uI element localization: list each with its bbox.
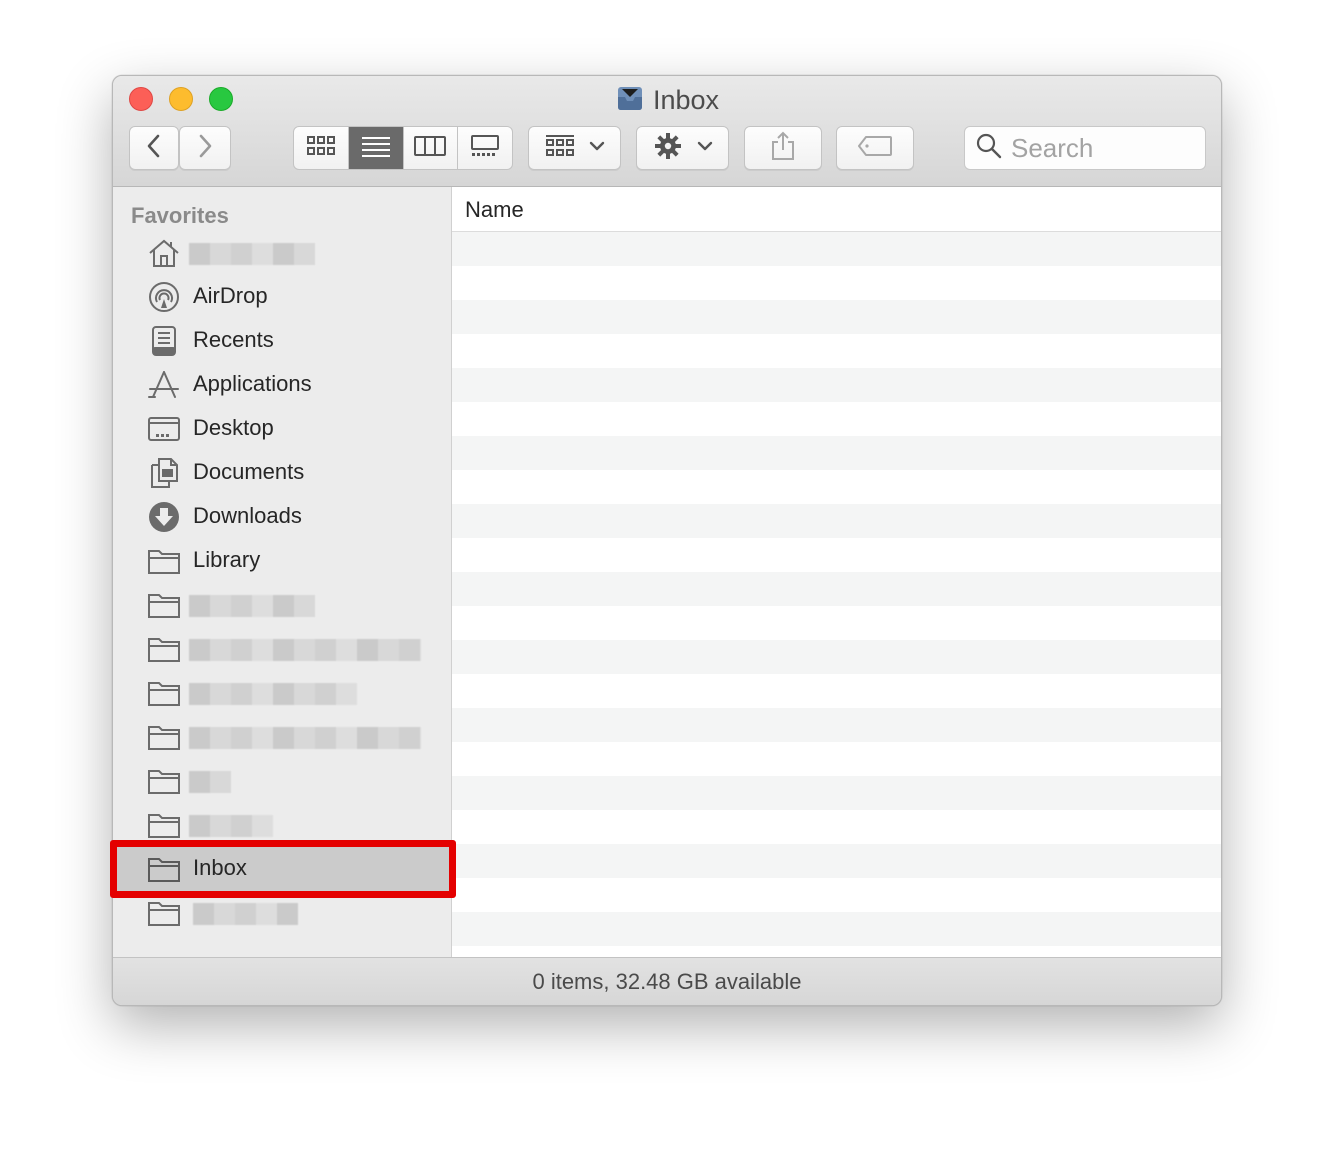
column-header-name[interactable]: Name <box>465 197 524 223</box>
sidebar-item-recents[interactable]: Recents <box>113 319 451 363</box>
sidebar-item-label-redacted <box>189 815 273 837</box>
folder-icon <box>147 589 181 621</box>
folder-icon <box>147 765 181 797</box>
action-menu-button[interactable] <box>636 126 729 170</box>
sidebar-item-label-redacted <box>189 639 421 661</box>
sidebar-item-folder[interactable] <box>113 891 451 935</box>
sidebar-item-folder[interactable] <box>113 627 451 671</box>
columns-icon <box>414 135 447 162</box>
status-bar: 0 items, 32.48 GB available <box>113 957 1221 1005</box>
tag-icon <box>857 135 893 162</box>
inbox-tray-icon <box>615 83 645 118</box>
share-button[interactable] <box>744 126 822 170</box>
sidebar-item-downloads[interactable]: Downloads <box>113 495 451 539</box>
gallery-view-button[interactable] <box>458 127 512 169</box>
sidebar-item-label: Applications <box>193 371 312 396</box>
recents-icon <box>147 325 181 357</box>
file-list[interactable]: Name <box>452 187 1221 957</box>
sidebar-item-label: Desktop <box>193 415 274 440</box>
sidebar-item-label: AirDrop <box>193 283 268 308</box>
documents-icon <box>147 457 181 489</box>
desktop-icon <box>147 413 181 445</box>
sidebar-item-label-redacted <box>189 771 231 793</box>
sidebar-item-label: Recents <box>193 327 274 352</box>
sidebar: Favorites AirDrop Recents Applications D… <box>113 187 452 957</box>
search-field[interactable] <box>964 126 1206 170</box>
sidebar-item-folder[interactable] <box>113 583 451 627</box>
folder-icon <box>147 721 181 753</box>
sidebar-item-label-redacted <box>189 243 315 265</box>
sidebar-item-folder[interactable] <box>113 803 451 847</box>
list-view-button[interactable] <box>348 127 404 169</box>
sidebar-item-label-redacted <box>189 727 421 749</box>
tag-button[interactable] <box>836 126 914 170</box>
chevron-down-icon <box>589 139 605 157</box>
chevron-down-icon <box>697 139 713 157</box>
finder-window: Inbox Search Favorites AirDrop Recents A… <box>112 75 1222 1006</box>
empty-list-rows <box>452 232 1221 947</box>
folder-icon <box>147 633 181 665</box>
gear-icon <box>653 131 683 166</box>
sidebar-item-label: Documents <box>193 459 305 484</box>
chevron-left-icon <box>145 133 163 164</box>
sidebar-item-documents[interactable]: Documents <box>113 451 451 495</box>
folder-icon <box>147 853 181 885</box>
window-title-area: Inbox <box>113 83 1221 117</box>
list-icon <box>361 135 391 162</box>
icon-view-button[interactable] <box>294 127 349 169</box>
sidebar-item-folder[interactable] <box>113 759 451 803</box>
sidebar-item-applications[interactable]: Applications <box>113 363 451 407</box>
window-title: Inbox <box>652 84 720 115</box>
chevron-right-icon <box>196 133 214 164</box>
group-by-button[interactable] <box>528 126 621 170</box>
forward-button[interactable] <box>179 126 231 170</box>
airdrop-icon <box>147 281 181 313</box>
column-header-row: Name <box>452 187 1221 232</box>
view-mode-control <box>293 126 513 170</box>
sidebar-item-label: Library <box>193 547 261 572</box>
applications-icon <box>147 369 181 401</box>
column-view-button[interactable] <box>404 127 459 169</box>
gallery-icon <box>470 134 500 162</box>
folder-icon <box>147 677 181 709</box>
folder-icon <box>147 545 181 577</box>
back-button[interactable] <box>129 126 179 170</box>
sidebar-item-folder[interactable] <box>113 671 451 715</box>
folder-icon <box>147 809 181 841</box>
sidebar-item-label-redacted <box>189 595 315 617</box>
sidebar-item-library[interactable]: Library <box>113 539 451 583</box>
sidebar-item-label-redacted <box>193 903 298 925</box>
downloads-icon <box>147 501 181 533</box>
status-text: 0 items, 32.48 GB available <box>532 969 802 994</box>
group-grid-icon <box>545 134 575 163</box>
sidebar-item-desktop[interactable]: Desktop <box>113 407 451 451</box>
titlebar: Inbox <box>113 76 1221 187</box>
sidebar-item-folder[interactable] <box>113 715 451 759</box>
sidebar-item-label-redacted <box>189 683 357 705</box>
sidebar-item-label: Inbox <box>193 855 247 880</box>
search-icon <box>975 132 1003 165</box>
sidebar-item-home[interactable] <box>113 231 451 275</box>
sidebar-item-airdrop[interactable]: AirDrop <box>113 275 451 319</box>
folder-icon <box>147 897 181 929</box>
sidebar-item-label: Downloads <box>193 503 302 528</box>
search-input[interactable] <box>1011 132 1191 164</box>
grid-icon <box>306 135 336 162</box>
share-icon <box>770 131 796 166</box>
sidebar-section-favorites: Favorites <box>131 203 229 228</box>
sidebar-item-inbox[interactable]: Inbox <box>113 847 451 891</box>
home-icon <box>147 237 181 269</box>
